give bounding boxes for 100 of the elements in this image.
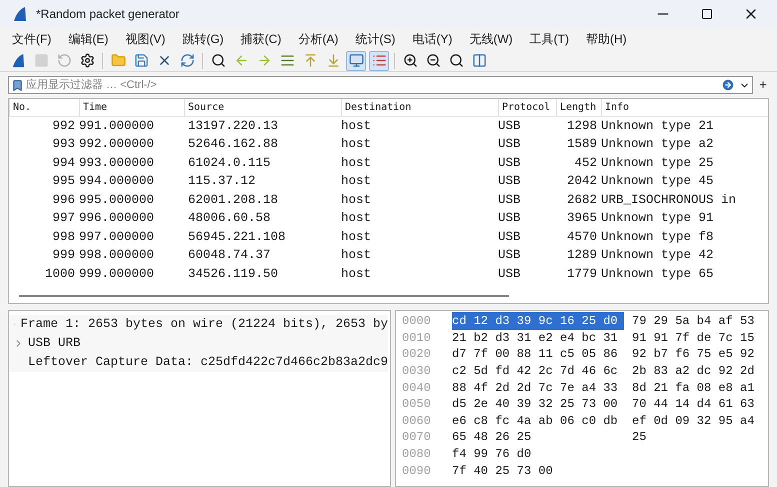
hex-offset: 0030 — [402, 363, 432, 380]
table-cell-text: USB — [498, 247, 522, 264]
table-cell-text: 997.000000 — [79, 228, 156, 246]
table-cell-text: USB — [498, 228, 522, 246]
hex-bytes[interactable]: f4 99 76 d0 — [452, 445, 624, 464]
hex-bytes[interactable]: d5 2e 40 39 32 25 73 00 — [452, 395, 624, 414]
hex-bytes[interactable]: 8d 21 fa 08 e8 a1 — [632, 378, 754, 397]
maximize-icon[interactable] — [701, 8, 713, 20]
hex-offset: 0020 — [402, 346, 432, 364]
hex-bytes[interactable]: 79 29 5a b4 af 53 — [632, 312, 754, 330]
hex-offset: 0090 — [402, 462, 432, 480]
table-cell-text: host — [341, 154, 372, 172]
bookmark-icon[interactable] — [11, 78, 24, 92]
hex-bytes[interactable]: ef 0d 09 32 95 a4 — [632, 412, 754, 430]
add-filter-button[interactable]: + — [757, 75, 769, 95]
hex-bytes[interactable]: 65 48 26 25 — [452, 428, 624, 446]
hex-bytes[interactable]: 92 b7 f6 75 e5 92 — [632, 345, 754, 364]
menu-item[interactable]: 统计(S) — [355, 30, 396, 48]
app-logo-icon — [12, 6, 28, 22]
packet-row[interactable]: 993 992.000000 52646.162.88 host USB 1589 Unknown type a2 — [9, 136, 746, 154]
hex-bytes[interactable]: e6 c8 fc 4a ab 06 c0 db — [452, 412, 624, 430]
table-cell-text: 61024.0.115 — [187, 154, 272, 172]
hex-bytes[interactable]: 70 44 14 d4 61 63 — [632, 395, 754, 414]
table-cell-text: 996 — [51, 192, 76, 209]
table-cell-text: 993.000000 — [79, 154, 156, 172]
column-header[interactable]: Length — [556, 99, 601, 116]
table-cell-text: host — [341, 192, 372, 209]
table-cell-text: 992.000000 — [79, 136, 156, 154]
horizontal-scrollbar[interactable] — [19, 295, 509, 297]
apply-filter-icon[interactable] — [721, 78, 735, 92]
colored-lines-icon[interactable] — [369, 50, 389, 70]
table-cell-text: host — [341, 247, 372, 264]
table-cell-text: USB — [498, 173, 522, 190]
packet-row[interactable]: 995 994.000000 115.37.12 host USB 2042 Unknown type 45 — [9, 172, 746, 191]
menu-item[interactable]: 电话(Y) — [412, 30, 452, 48]
column-header[interactable]: Time — [79, 99, 184, 116]
table-cell-text: USB — [498, 210, 522, 228]
hex-bytes[interactable]: cd 12 d3 39 9c 16 25 d0 — [452, 312, 624, 330]
table-cell-text: host — [341, 118, 372, 135]
hex-offset: 0010 — [402, 330, 432, 347]
table-cell-text: 1298 — [566, 118, 598, 135]
table-cell-text: 52646.162.88 — [187, 136, 280, 154]
table-cell-text: 995 — [51, 173, 76, 190]
menu-item[interactable]: 帮助(H) — [586, 30, 627, 48]
table-cell-text: 999.000000 — [79, 266, 156, 283]
menu-item[interactable]: 跳转(G) — [182, 30, 224, 48]
table-cell-text: 56945.221.108 — [187, 228, 287, 246]
hex-offset: 0050 — [402, 396, 432, 414]
hex-bytes[interactable]: d7 7f 00 88 11 c5 05 86 — [452, 345, 624, 364]
table-cell-text: Unknown type 21 — [601, 118, 715, 135]
table-cell-text: 2682 — [566, 192, 598, 209]
menu-item[interactable]: 分析(A) — [298, 30, 338, 48]
table-cell-text: host — [341, 210, 372, 228]
autoscroll-icon[interactable] — [346, 50, 366, 70]
column-header[interactable]: Protocol — [498, 99, 556, 116]
menu-item[interactable]: 文件(F) — [12, 30, 52, 48]
hex-bytes[interactable]: 25 — [632, 428, 646, 446]
table-cell-text: 60048.74.37 — [187, 247, 272, 264]
hex-bytes[interactable]: c2 5d fd 42 2c 7d 46 6c — [452, 362, 624, 380]
column-header[interactable]: Info — [601, 99, 746, 116]
hex-bytes[interactable]: 2b 83 a2 dc 92 2d — [632, 362, 754, 380]
table-cell-text: Unknown type f8 — [601, 228, 715, 246]
detail-item[interactable]: USB URB — [28, 334, 81, 353]
packet-row[interactable]: 999 998.000000 60048.74.37 host USB 1289 Unknown type 42 — [9, 246, 746, 265]
table-cell-text: 452 — [573, 154, 598, 172]
table-cell-text: 4570 — [566, 228, 598, 246]
packet-row[interactable]: 997 996.000000 48006.60.58 host USB 3965 Unknown type 91 — [9, 210, 746, 228]
table-cell-text: Unknown type 42 — [601, 247, 715, 264]
hex-offset: 0000 — [402, 313, 432, 330]
menu-item[interactable]: 捕获(C) — [240, 30, 282, 48]
hex-bytes[interactable]: 7f 40 25 73 00 — [452, 462, 624, 480]
packet-row[interactable]: 996 995.000000 62001.208.18 host USB 2682 URB_ISOCHRONOUS in — [9, 191, 746, 210]
table-cell-text: 34526.119.50 — [187, 266, 280, 283]
table-cell-text: 1000 — [44, 266, 76, 283]
hex-bytes[interactable]: 88 4f 2d 2d 7c 7e a4 33 — [452, 378, 624, 397]
menu-item[interactable]: 视图(V) — [125, 30, 166, 48]
table-cell-text: USB — [498, 154, 522, 172]
menu-item[interactable]: 无线(W) — [469, 30, 513, 48]
packet-row[interactable]: 992 991.000000 13197.220.13 host USB 1298 Unknown type 21 — [9, 117, 746, 136]
packet-row[interactable]: 998 997.000000 56945.221.108 host USB 4570 Unknown type f8 — [9, 228, 746, 246]
hex-offset: 0070 — [402, 429, 432, 446]
menu-item[interactable]: 编辑(E) — [68, 30, 108, 48]
table-cell-text: 997 — [51, 210, 76, 228]
table-cell-text: 1589 — [566, 136, 598, 154]
table-cell-text: Unknown type 65 — [601, 266, 715, 283]
hex-bytes[interactable]: 91 91 7f de 7c 15 — [632, 328, 754, 347]
table-cell-text: 998.000000 — [79, 247, 156, 264]
window-title: *Random packet generator — [36, 6, 180, 23]
packet-row[interactable]: 994 993.000000 61024.0.115 host USB 452 Unknown type 25 — [9, 154, 746, 172]
packet-row[interactable]: 1000 999.000000 34526.119.50 host USB 1779 Unknown type 65 — [9, 265, 746, 284]
column-header[interactable]: No. — [9, 99, 79, 116]
menu-item[interactable]: 工具(T) — [530, 30, 569, 48]
table-cell-text: USB — [498, 192, 522, 209]
column-header[interactable]: Destination — [341, 99, 498, 116]
hex-bytes[interactable]: 21 b2 d3 31 e2 e4 bc 31 — [452, 328, 624, 347]
table-cell-text: 995.000000 — [79, 192, 156, 209]
table-cell-text: URB_ISOCHRONOUS in — [601, 192, 738, 209]
table-cell-text: 3965 — [566, 210, 598, 228]
table-cell-text: 991.000000 — [79, 118, 156, 135]
column-header[interactable]: Source — [184, 99, 341, 116]
